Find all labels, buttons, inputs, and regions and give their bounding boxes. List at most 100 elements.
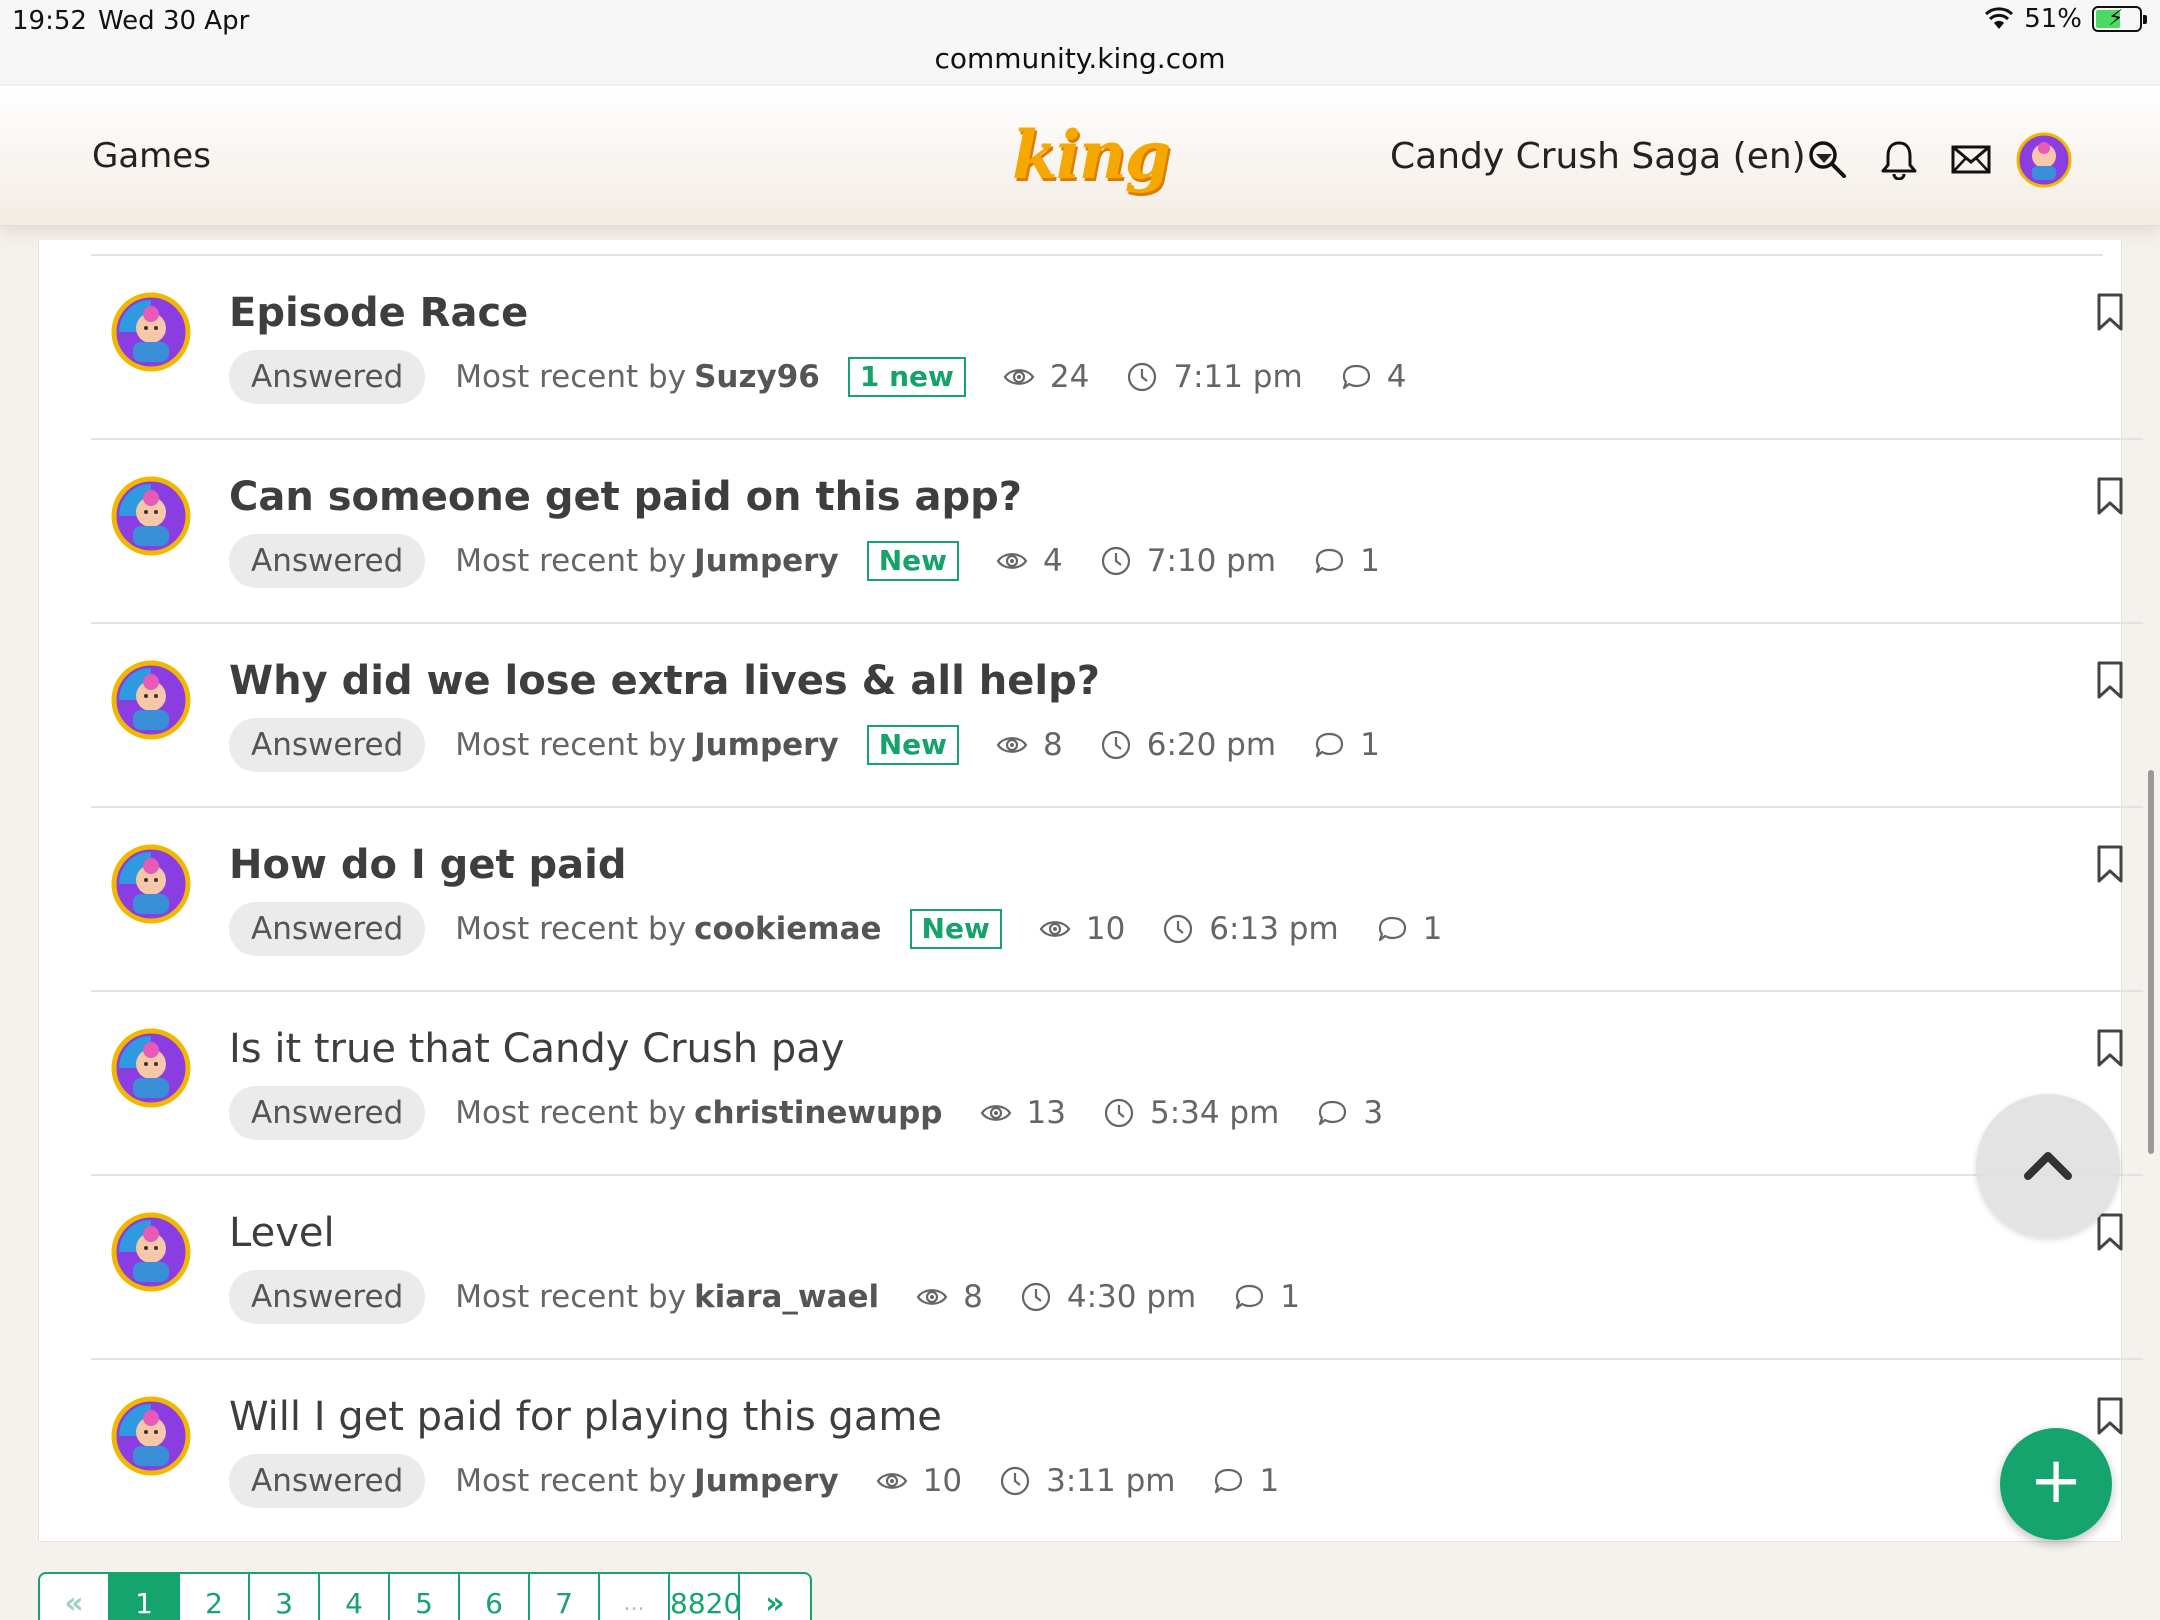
topic-title[interactable]: Level [229,1210,335,1256]
battery-icon: ⚡ [2092,6,2147,32]
recent-by-label: Most recent by [455,1463,687,1499]
site-header: Games king Candy Crush Saga (en) [0,86,2160,226]
bookmark-icon[interactable] [2095,660,2125,700]
status-right: 51% ⚡ [1984,4,2147,34]
bookmark-icon[interactable] [2095,292,2125,332]
game-selector[interactable]: Candy Crush Saga (en) [1390,136,1832,177]
views-count: 13 [1026,1095,1066,1131]
eye-icon [916,1289,948,1305]
time-stat: 3:11 pm [998,1463,1175,1499]
page-link[interactable]: 2 [180,1574,250,1620]
author-link[interactable]: kiara_wael [694,1279,879,1315]
views-stat: 4 [995,543,1063,579]
last-page-link[interactable]: 8820 [670,1574,741,1620]
status-date: Wed 30 Apr [98,6,250,36]
views-stat: 10 [1038,911,1125,947]
page-link[interactable]: 1 [110,1574,180,1620]
status-badge: Answered [229,1454,426,1508]
topic-row[interactable]: Level Answered Most recent by kiara_wael… [91,1176,2143,1360]
bookmark-icon[interactable] [2095,476,2125,516]
author-avatar[interactable] [111,844,191,924]
views-stat: 13 [979,1095,1066,1131]
recent-by-label: Most recent by [455,543,687,579]
reply-count: 1 [1422,911,1443,947]
author-link[interactable]: Jumpery [694,543,839,579]
author-avatar[interactable] [111,1396,191,1476]
author-link[interactable]: Suzy96 [694,359,820,395]
pagination: « 1 2 3 4 5 6 7 ... 8820 » [38,1572,812,1620]
topic-row[interactable]: Why did we lose extra lives & all help? … [91,624,2143,808]
topic-title[interactable]: How do I get paid [229,842,626,888]
new-badge: New [909,909,1002,949]
games-menu-link[interactable]: Games [92,136,211,176]
topic-row[interactable]: Will I get paid for playing this game An… [91,1360,2143,1544]
topic-title[interactable]: Will I get paid for playing this game [229,1394,942,1440]
comment-icon [1319,1100,1347,1126]
topic-meta: Answered Most recent by kiara_wael 8 4:3… [229,1270,1300,1324]
page-link[interactable]: 3 [250,1574,320,1620]
king-logo[interactable]: king [1012,116,1171,194]
replies-stat: 1 [1312,727,1380,763]
bell-icon[interactable] [1878,138,1920,181]
page-link[interactable]: 4 [320,1574,390,1620]
user-avatar[interactable] [2016,132,2072,188]
page-link[interactable]: 5 [390,1574,460,1620]
status-time: 19:52 [12,6,87,36]
comment-icon [1342,364,1370,390]
author-link[interactable]: cookiemae [694,911,881,947]
scrollbar[interactable] [2148,770,2154,1154]
scroll-to-top-button[interactable] [1976,1094,2120,1238]
topic-meta: Answered Most recent by Suzy96 1 new 24 … [229,350,1406,404]
topic-meta: Answered Most recent by Jumpery New 8 6:… [229,718,1380,772]
author-avatar[interactable] [111,1028,191,1108]
page-link[interactable]: 7 [530,1574,600,1620]
bookmark-icon[interactable] [2095,1396,2125,1436]
comment-icon [1215,1468,1243,1494]
bookmark-icon[interactable] [2095,844,2125,884]
page-ellipsis: ... [600,1574,670,1620]
topic-title[interactable]: Is it true that Candy Crush pay [229,1026,844,1072]
author-link[interactable]: Jumpery [694,1463,839,1499]
prev-page-button[interactable]: « [40,1574,110,1620]
replies-stat: 1 [1375,911,1443,947]
topic-row[interactable]: Episode Race Answered Most recent by Suz… [91,256,2143,440]
last-post-time: 3:11 pm [1046,1463,1176,1499]
views-count: 8 [963,1279,983,1315]
status-bar: 19:52 Wed 30 Apr 51% ⚡ community.king.co… [0,0,2160,84]
author-link[interactable]: christinewupp [694,1095,942,1131]
views-stat: 24 [1002,359,1089,395]
author-avatar[interactable] [111,476,191,556]
search-icon[interactable] [1806,138,1848,180]
last-post-time: 7:10 pm [1146,543,1277,579]
topic-row[interactable]: Is it true that Candy Crush pay Answered… [91,992,2143,1176]
bookmark-icon[interactable] [2095,1212,2125,1252]
status-badge: Answered [229,1086,426,1140]
topic-row[interactable]: Can someone get paid on this app? Answer… [91,440,2143,624]
topic-list: Episode Race Answered Most recent by Suz… [38,240,2143,1542]
new-post-button[interactable]: + [2000,1428,2112,1540]
time-stat: 4:30 pm [1019,1279,1196,1315]
author-avatar[interactable] [111,1212,191,1292]
topic-title[interactable]: Can someone get paid on this app? [229,474,1022,520]
topic-title[interactable]: Episode Race [229,290,528,336]
topic-meta: Answered Most recent by Jumpery 10 3:11 … [229,1454,1279,1508]
topic-title[interactable]: Why did we lose extra lives & all help? [229,658,1100,704]
author-avatar[interactable] [111,292,191,372]
page-link[interactable]: 6 [460,1574,530,1620]
author-link[interactable]: Jumpery [694,727,839,763]
time-stat: 7:11 pm [1125,359,1303,395]
last-post-time: 4:30 pm [1066,1279,1197,1315]
reply-count: 4 [1386,359,1407,395]
topic-meta: Answered Most recent by christinewupp 13… [229,1086,1383,1140]
status-badge: Answered [229,350,426,404]
clock-icon [1101,546,1130,576]
bookmark-icon[interactable] [2095,1028,2125,1068]
topic-row[interactable]: How do I get paid Answered Most recent b… [91,808,2143,992]
author-avatar[interactable] [111,660,191,740]
chevron-up-icon [2024,1152,2072,1180]
next-page-button[interactable]: » [740,1574,810,1620]
mail-icon[interactable] [1950,138,1992,180]
eye-icon [1039,921,1071,937]
views-count: 10 [1085,911,1126,947]
address-bar-url[interactable]: community.king.com [0,42,2160,75]
